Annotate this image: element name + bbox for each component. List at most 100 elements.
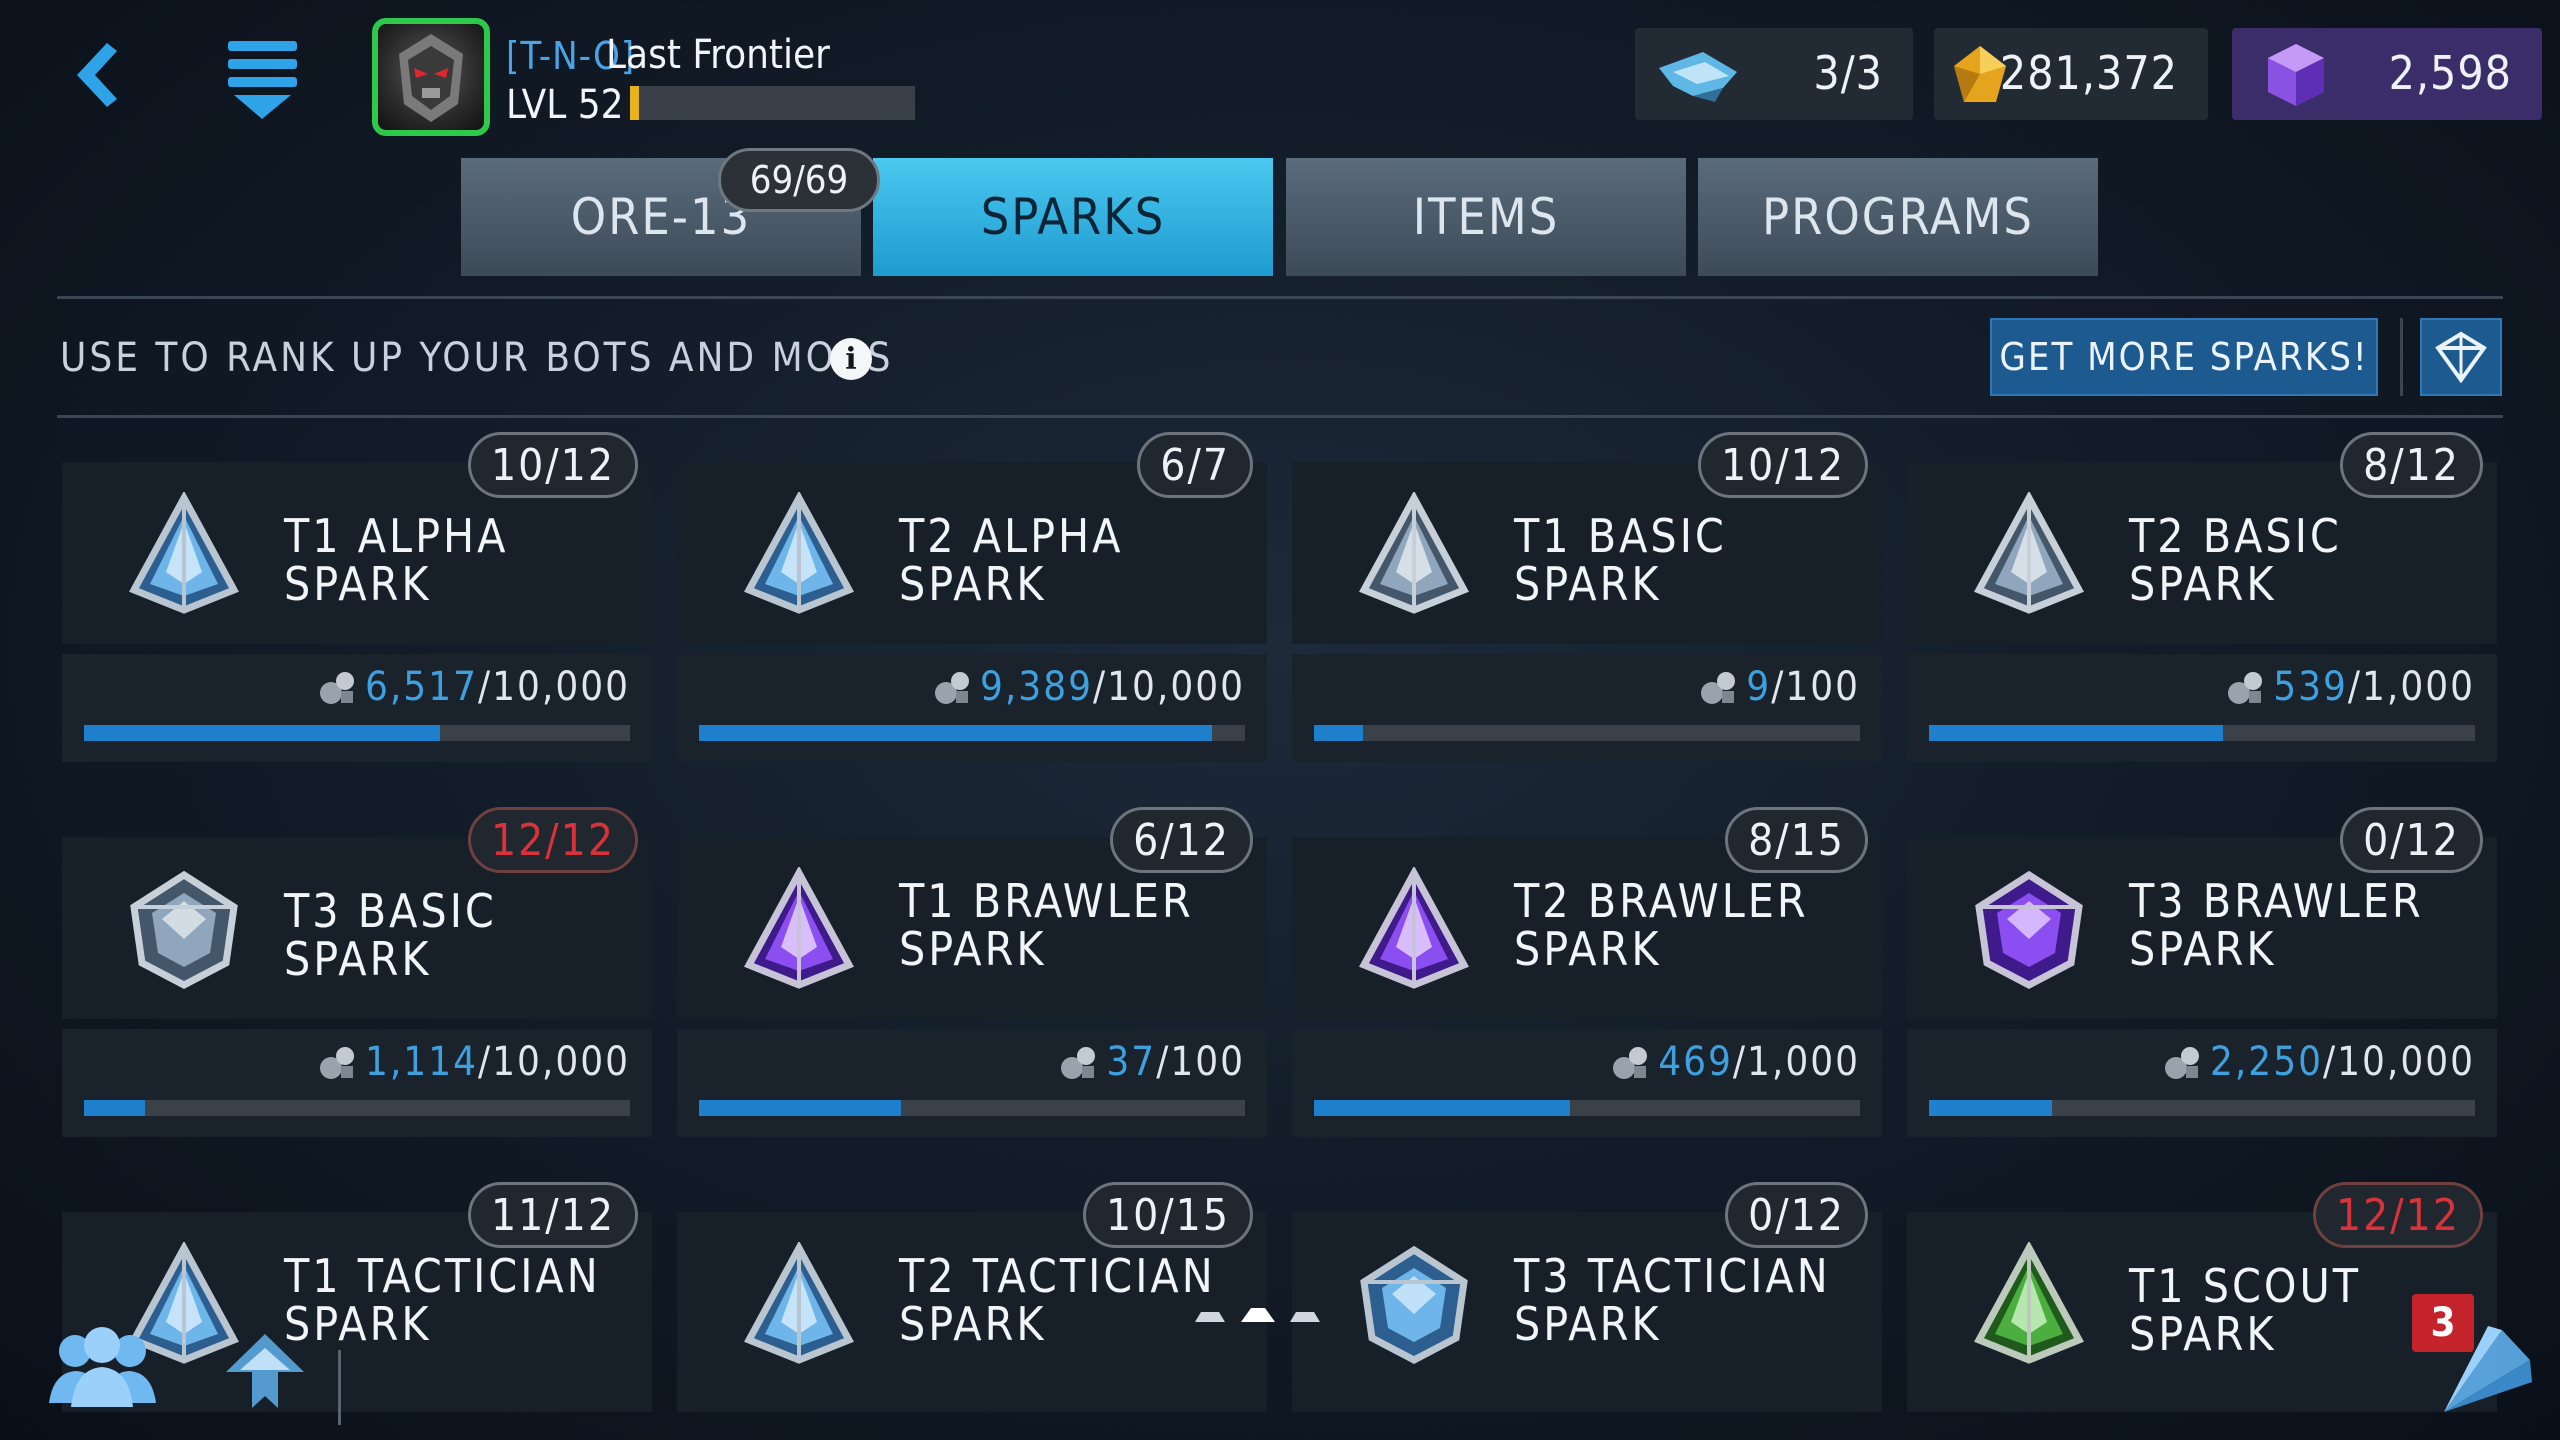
spark-card[interactable]: 8/15 T2 BRAWLER SPARK 469/1,000 [1292,807,1882,1137]
xp-bar-fill [630,86,639,120]
spark-card[interactable]: 6/12 T1 BRAWLER SPARK 37/100 [677,807,1267,1137]
spark-progress-bar [1929,1100,2475,1116]
purple-spark-icon [1967,867,2092,992]
gold-resource[interactable]: 281,372 [1934,28,2208,120]
spark-card[interactable]: 0/12 T3 BRAWLER SPARK 2,250/10,000 [1907,807,2497,1137]
ore-count-badge: 69/69 [718,148,880,212]
purple-spark-icon [1352,865,1477,992]
spark-card[interactable]: 12/12 T3 BASIC SPARK 1,114/10,000 [62,807,652,1137]
gems-value: 2,598 [2388,46,2512,100]
people-icon [49,1327,156,1407]
spark-progress-text: 2,250/10,000 [2162,1039,2475,1085]
spark-progress-total: /100 [1156,1039,1245,1085]
spark-progress-current: 9,389 [979,664,1093,710]
spark-progress-total: /100 [1771,664,1860,710]
divider-top [57,296,2503,299]
spark-progress-current: 1,114 [364,1039,478,1085]
gold-value: 281,372 [1999,46,2178,100]
spark-name: T3 BASIC SPARK [284,884,497,986]
spark-count-badge: 11/12 [467,1182,638,1248]
spark-card[interactable]: 8/12 T2 BASIC SPARK 539/1,000 [1907,432,2497,762]
info-icon[interactable]: i [830,338,872,380]
spark-name: T2 BASIC SPARK [2129,509,2342,611]
spark-progress-total: /1,000 [1732,1039,1860,1085]
missions-button[interactable] [220,1330,310,1415]
purple-spark-icon [737,865,862,992]
spark-card[interactable]: 12/12 T1 SCOUT SPARK [1907,1182,2497,1440]
spark-progress-bar [84,725,630,741]
spark-progress-total: /10,000 [1092,664,1245,710]
alliance-button[interactable] [45,1325,160,1410]
player-name: Last Frontier [606,32,830,78]
robot-parts-icon [319,672,354,704]
spark-name: T2 TACTICIAN SPARK [899,1249,1216,1351]
tab-sparks[interactable]: SPARKS [873,158,1273,276]
spark-progress-total: /1,000 [2347,664,2475,710]
spark-count-badge: 10/12 [467,432,638,498]
grey-spark-icon [1352,490,1477,617]
spark-count-badge: 6/12 [1110,807,1253,873]
robot-parts-icon [934,672,969,704]
spark-name: T1 ALPHA SPARK [284,509,509,611]
spark-card[interactable]: 10/12 T1 BASIC SPARK 9/100 [1292,432,1882,762]
spark-name: T1 BRAWLER SPARK [899,874,1194,976]
spark-count-badge: 12/12 [467,807,638,873]
spark-progress-current: 2,250 [2209,1039,2323,1085]
spark-progress-bar [1314,725,1860,741]
robot-parts-icon [1613,1047,1648,1079]
menu-icon [228,41,297,119]
spark-progress-text: 539/1,000 [2225,664,2475,710]
green-spark-icon [1967,1240,2092,1367]
robot-parts-icon [1701,672,1736,704]
divider-vertical [2400,318,2403,396]
spark-progress-fill [1314,1100,1571,1116]
spark-progress-current: 9 [1746,664,1772,710]
spark-progress-fill [84,1100,145,1116]
spark-progress-current: 469 [1658,1039,1733,1085]
filter-button[interactable] [2420,318,2502,396]
spark-card[interactable]: 10/15 T2 TACTICIAN SPARK [677,1182,1267,1440]
bottom-divider [338,1350,341,1425]
filter-icon [2435,331,2487,384]
energy-value: 3/3 [1813,46,1883,100]
spark-progress-fill [1929,725,2224,741]
back-arrow-icon [77,43,117,107]
player-level: LVL 52 [506,82,624,128]
spark-card[interactable]: 6/7 T2 ALPHA SPARK 9,389/10,000 [677,432,1267,762]
spark-count-badge: 12/12 [2312,1182,2483,1248]
spark-progress-bar [1929,725,2475,741]
spark-progress-bar [1314,1100,1860,1116]
back-button[interactable] [55,35,135,115]
spark-count-badge: 0/12 [1725,1182,1868,1248]
xp-bar [630,86,915,120]
tab-programs[interactable]: PROGRAMS [1698,158,2098,276]
spark-progress-text: 1,114/10,000 [317,1039,630,1085]
spark-card[interactable]: 0/12 T3 TACTICIAN SPARK [1292,1182,1882,1440]
spark-count-badge: 8/15 [1725,807,1868,873]
energy-resource[interactable]: 3/3 [1635,28,1913,120]
spark-progress-fill [1929,1100,2052,1116]
spark-name: T2 BRAWLER SPARK [1514,874,1809,976]
spark-progress-fill [1314,725,1364,741]
divider-middle [57,415,2503,418]
player-avatar[interactable] [372,18,490,136]
menu-button[interactable] [220,35,305,125]
spark-progress-fill [699,1100,902,1116]
blue-spark-icon [1352,1242,1477,1367]
spark-progress-current: 37 [1106,1039,1157,1085]
spark-card[interactable]: 10/12 T1 ALPHA SPARK 6,517/10,000 [62,432,652,762]
spark-progress-fill [84,725,440,741]
gems-resource[interactable]: 2,598 [2232,28,2542,120]
spark-progress-text: 9,389/10,000 [932,664,1245,710]
spark-progress-text: 37/100 [1058,1039,1245,1085]
blue-spark-icon [737,490,862,617]
tab-items[interactable]: ITEMS [1286,158,1686,276]
drawer-handle-icon[interactable] [1195,1306,1320,1324]
get-more-sparks-button[interactable]: GET MORE SPARKS! [1990,318,2378,396]
spark-progress-bar [699,725,1245,741]
energy-crystal-icon [1659,52,1737,102]
robot-parts-icon [2164,1047,2199,1079]
spark-name: T3 BRAWLER SPARK [2129,874,2424,976]
blue-spark-icon [122,490,247,617]
spark-name: T2 ALPHA SPARK [899,509,1124,611]
